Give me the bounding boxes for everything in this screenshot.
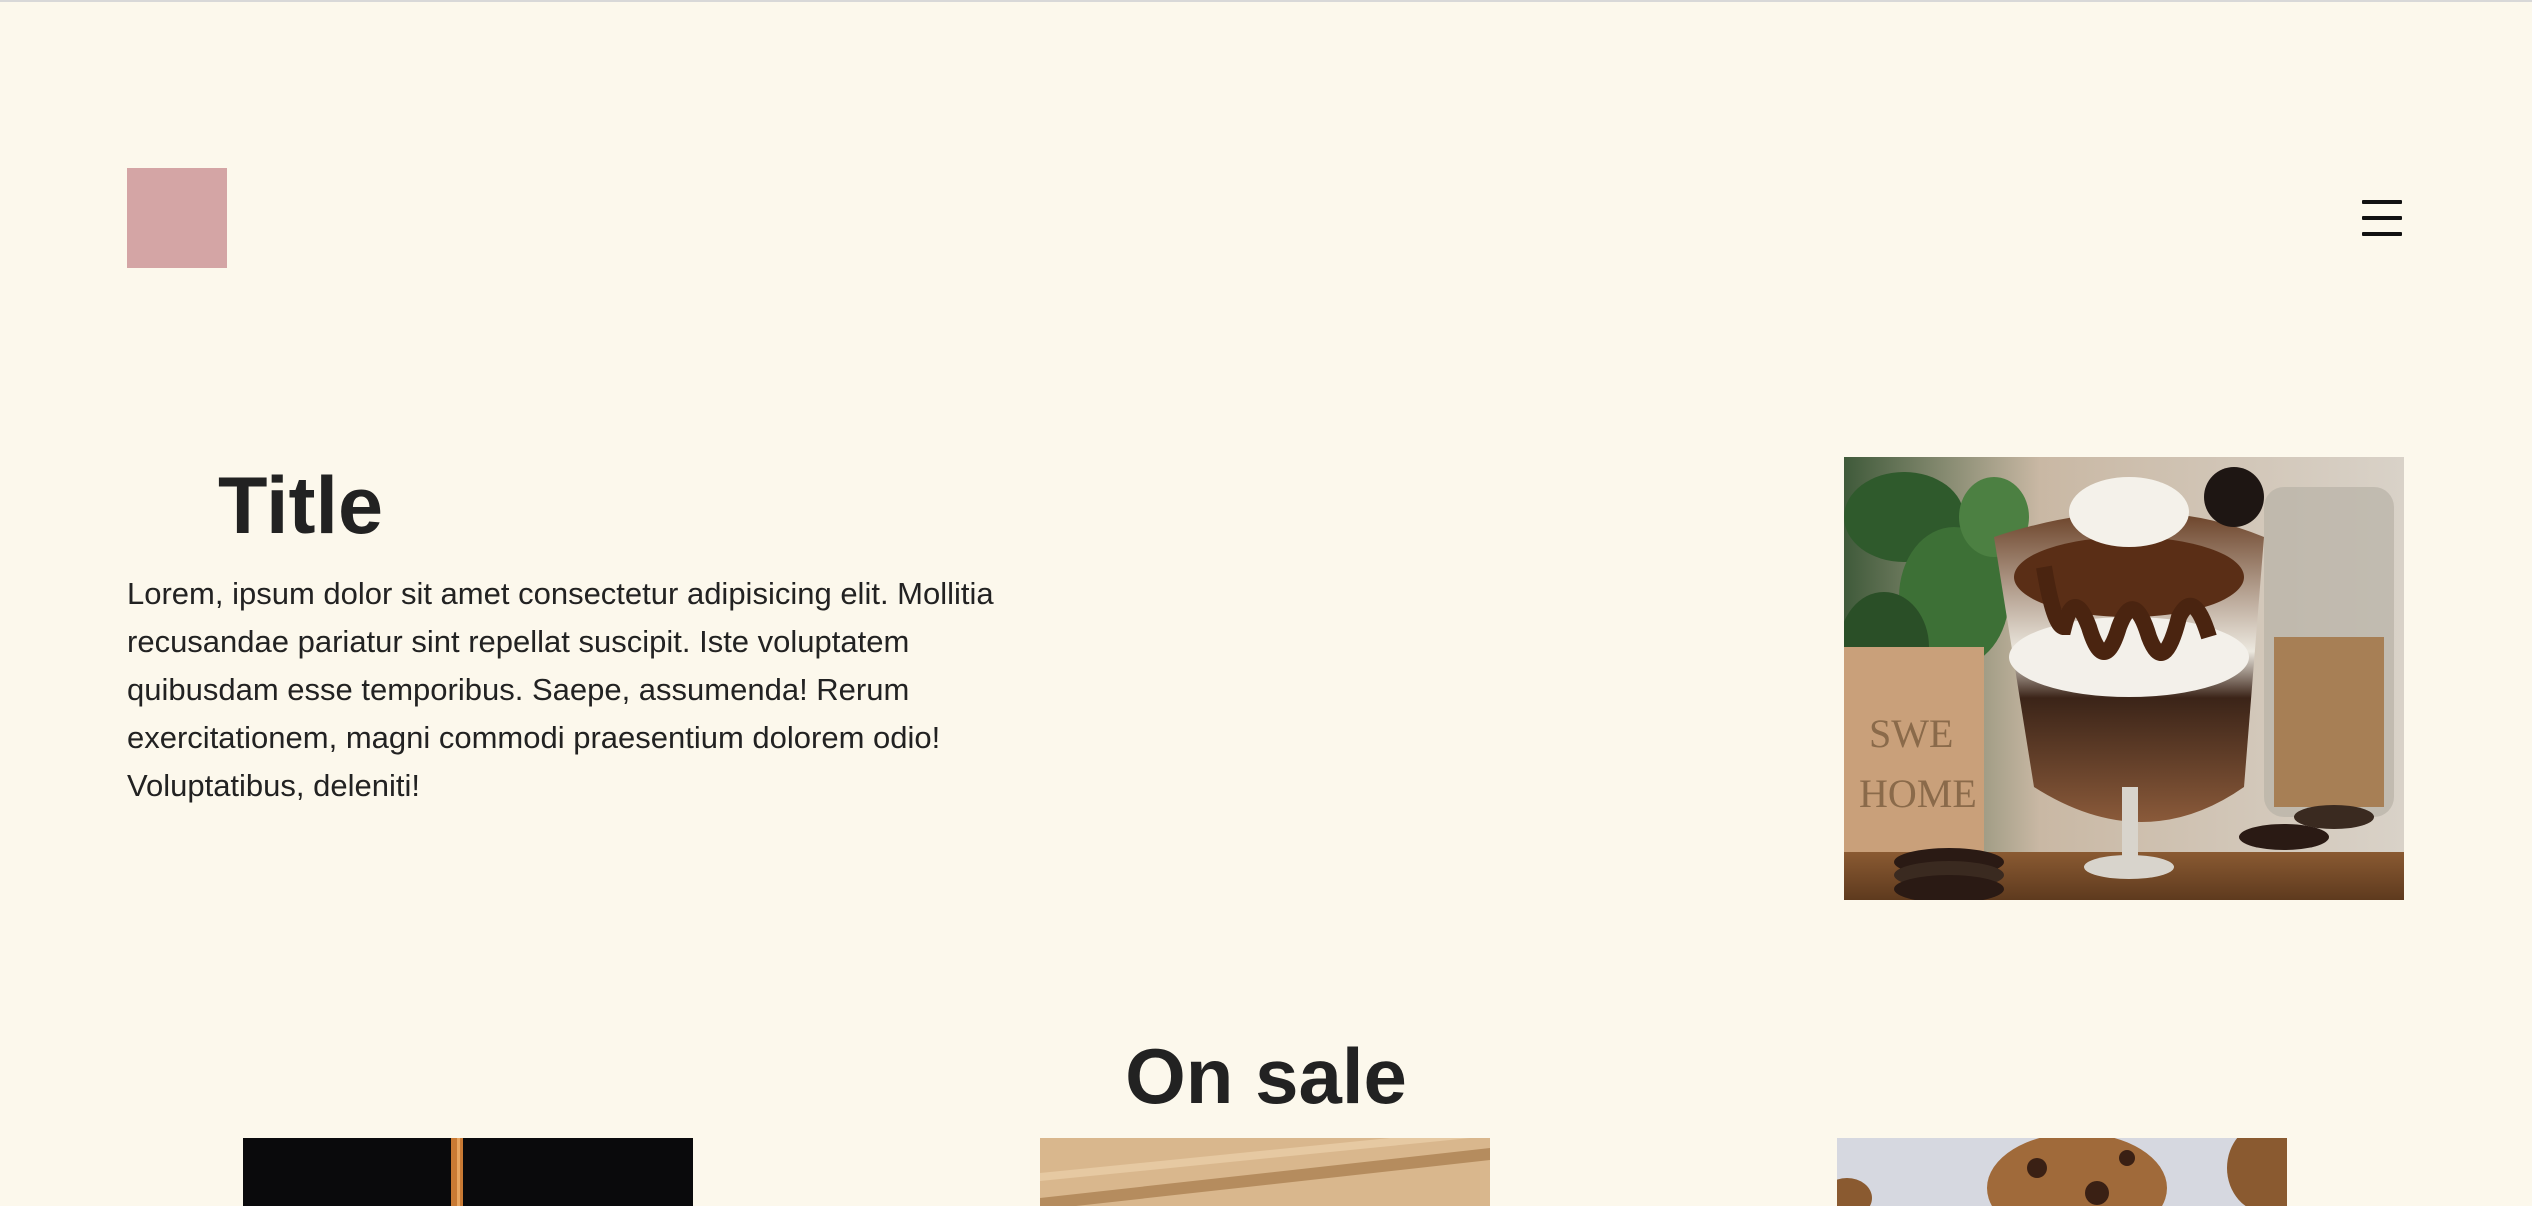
hamburger-icon	[2360, 196, 2404, 240]
svg-text:HOME: HOME	[1859, 771, 1977, 816]
svg-text:SWE: SWE	[1869, 711, 1953, 756]
section-title: On sale	[1125, 1032, 1407, 1120]
product-card[interactable]	[243, 1138, 693, 1206]
logo[interactable]	[127, 168, 227, 268]
product-card[interactable]	[1040, 1138, 1490, 1206]
hero-title: Title	[218, 461, 384, 551]
hero-image: SWE HOME	[1844, 457, 2404, 900]
product-image	[243, 1138, 693, 1206]
top-border	[0, 0, 2532, 2]
product-image	[1837, 1138, 2287, 1206]
product-image	[1040, 1138, 1490, 1206]
menu-button[interactable]	[2360, 196, 2404, 240]
hero-description: Lorem, ipsum dolor sit amet consectetur …	[127, 576, 994, 803]
product-card[interactable]	[1837, 1138, 2287, 1206]
